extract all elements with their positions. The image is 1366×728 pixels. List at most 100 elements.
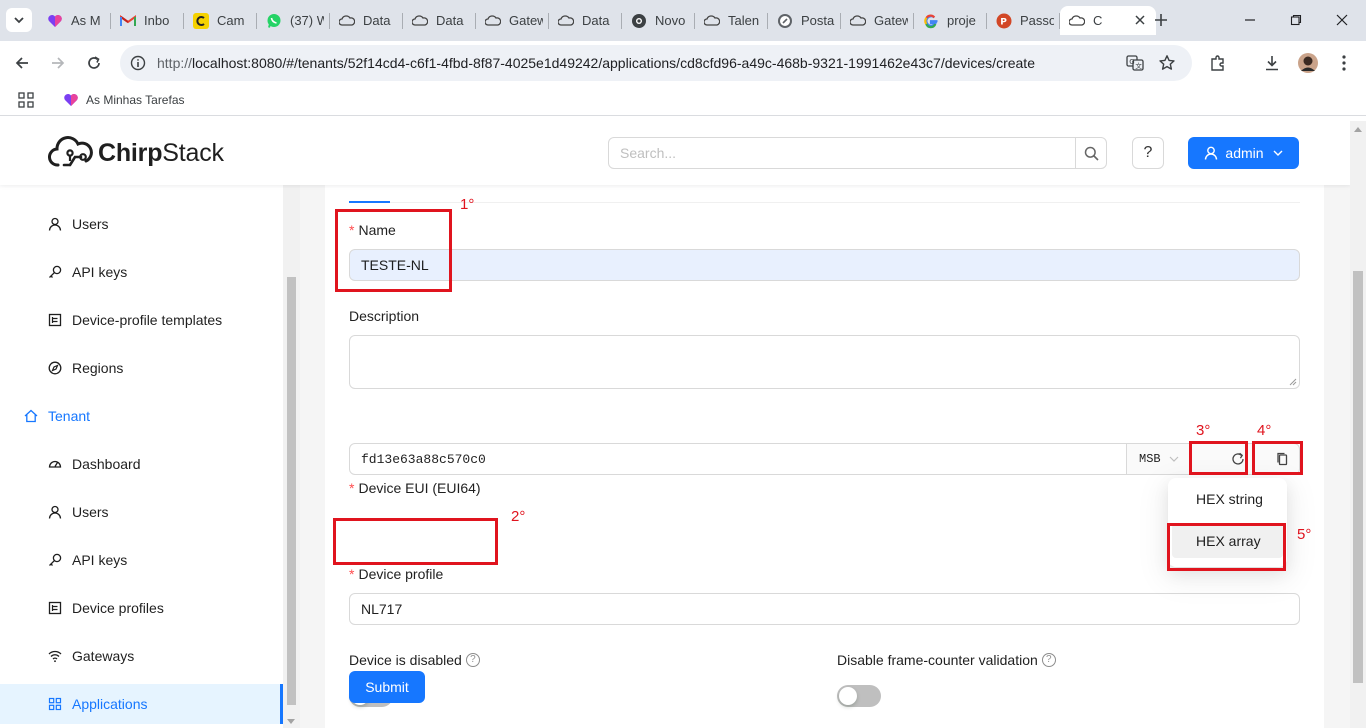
hex-string-option[interactable]: HEX string [1172,482,1283,516]
apps-grid-icon[interactable] [18,92,34,108]
sidebar-item-applications[interactable]: Applications [0,684,283,724]
kebab-menu-icon [1342,55,1346,71]
browser-tab-title: C [1093,13,1103,28]
minimize-button[interactable] [1240,10,1260,30]
browser-tab[interactable]: Data [403,6,476,35]
extensions-button[interactable] [1207,52,1229,74]
camscanner-icon [193,12,209,29]
browser-tab-title: As M [71,13,101,28]
sidebar-item-label: Users [72,216,109,232]
bookmark-label: As Minhas Tarefas [86,93,185,107]
browser-tab[interactable]: proje [914,6,987,35]
sidebar-item-device-profile-templates[interactable]: Device-profile templates [0,300,283,340]
minimize-icon [1245,19,1255,21]
new-tab-button[interactable] [1150,9,1172,31]
page-scroll-thumb[interactable] [1353,271,1363,683]
downloads-button[interactable] [1261,52,1283,74]
search-input[interactable] [608,137,1076,169]
device-eui-input[interactable]: fd13e63a88c570c0 [349,443,1127,475]
description-textarea[interactable] [349,335,1300,389]
browser-tab-title: Gatew [509,13,543,28]
browser-tab[interactable]: As M [38,6,111,35]
browser-tab[interactable]: Data [549,6,622,35]
user-icon [1205,146,1218,160]
device-profile-select[interactable]: NL717 [349,593,1300,625]
sidebar: Users API keys Device-profile templates Reg… [0,185,283,728]
device-eui-label: * Device EUI (EUI64) [349,480,481,496]
browser-menu-button[interactable] [1333,52,1355,74]
translate-icon[interactable]: G文 [1126,54,1144,72]
help-button[interactable]: ? [1132,137,1164,169]
chirpstack-icon [850,13,866,29]
sidebar-item-dashboard[interactable]: Dashboard [0,444,283,484]
browser-tab[interactable]: Inbo [111,6,184,35]
apps-icon [48,697,62,711]
annotation-box-2 [333,518,498,565]
scroll-down-arrow-icon[interactable] [287,719,295,724]
compass-icon [48,361,62,375]
annotation-box-1 [335,209,452,292]
bookmark-star-icon[interactable] [1158,54,1176,72]
chirpstack-icon [1069,13,1085,29]
sidebar-item-device-profiles[interactable]: Device profiles [0,588,283,628]
browser-tab[interactable]: Talen [695,6,768,35]
dashboard-icon [48,457,62,471]
restore-button[interactable] [1286,10,1306,30]
browser-tab[interactable]: Novo [622,6,695,35]
forward-button[interactable] [47,52,69,74]
sidebar-item-api-keys[interactable]: API keys [0,252,283,292]
resize-grip-icon[interactable] [1289,378,1297,386]
browser-tab[interactable]: Gatew [841,6,914,35]
sidebar-item-regions[interactable]: Regions [0,348,283,388]
scroll-up-arrow-icon[interactable] [1354,127,1362,132]
sidebar-item-label: Device-profile templates [72,312,223,328]
browser-tab[interactable]: Posta [768,6,841,35]
tab-search-button[interactable] [6,8,32,32]
tasks-heart-icon [64,94,78,106]
browser-tab-active[interactable]: C [1060,6,1156,35]
sidebar-item-users[interactable]: Users [0,492,283,532]
sidebar-item-gateways[interactable]: Gateways [0,636,283,676]
powerpoint-icon: P [996,13,1012,29]
browser-tab[interactable]: Data [330,6,403,35]
sidebar-scroll-thumb[interactable] [287,277,296,705]
key-icon [48,265,62,279]
browser-tab-title: Gatew [874,13,908,28]
chirpstack-logo[interactable]: ChirpStack [48,135,224,171]
wifi-icon [48,649,62,663]
site-info-icon[interactable] [130,55,146,71]
submit-button[interactable]: Submit [349,671,425,703]
sidebar-item-api-keys[interactable]: API keys [0,540,283,580]
user-menu-button[interactable]: admin [1188,137,1299,169]
chirpstack-cloud-icon [48,136,93,167]
sidebar-item-tenant[interactable]: Tenant [0,396,283,436]
browser-tab-title: Novo [655,13,686,28]
chirpstack-icon [339,13,355,29]
profile-avatar[interactable] [1297,52,1319,74]
disable-fcnt-switch[interactable] [837,685,881,707]
byte-order-select[interactable]: MSB [1139,452,1179,466]
browser-tab[interactable]: (37) W [257,6,330,35]
browser-tab[interactable]: Gatew [476,6,549,35]
name-input[interactable]: TESTE-NL [349,249,1300,281]
search-button[interactable] [1075,137,1107,169]
browser-tab[interactable]: Cam [184,6,257,35]
bookmark-item[interactable]: As Minhas Tarefas [63,92,185,108]
close-tab-button[interactable] [1132,12,1148,28]
question-circle-icon[interactable]: ? [465,653,480,667]
url-text[interactable]: http://localhost:8080/#/tenants/52f14cd4… [157,55,1035,71]
svg-text:文: 文 [1135,61,1142,70]
browser-tab[interactable]: P Passo [987,6,1060,35]
reload-button[interactable] [83,52,105,74]
page-scrollbar[interactable] [1350,121,1366,728]
github-icon [631,13,647,29]
plus-icon [1155,14,1167,26]
back-button[interactable] [11,52,33,74]
key-icon [48,553,62,567]
sidebar-scrollbar[interactable] [283,185,300,728]
question-circle-icon[interactable]: ? [1041,653,1056,667]
browser-tab-title: Cam [217,13,245,28]
close-window-button[interactable] [1332,10,1352,30]
address-bar[interactable]: http://localhost:8080/#/tenants/52f14cd4… [120,45,1192,81]
sidebar-item-users[interactable]: Users [0,204,283,244]
